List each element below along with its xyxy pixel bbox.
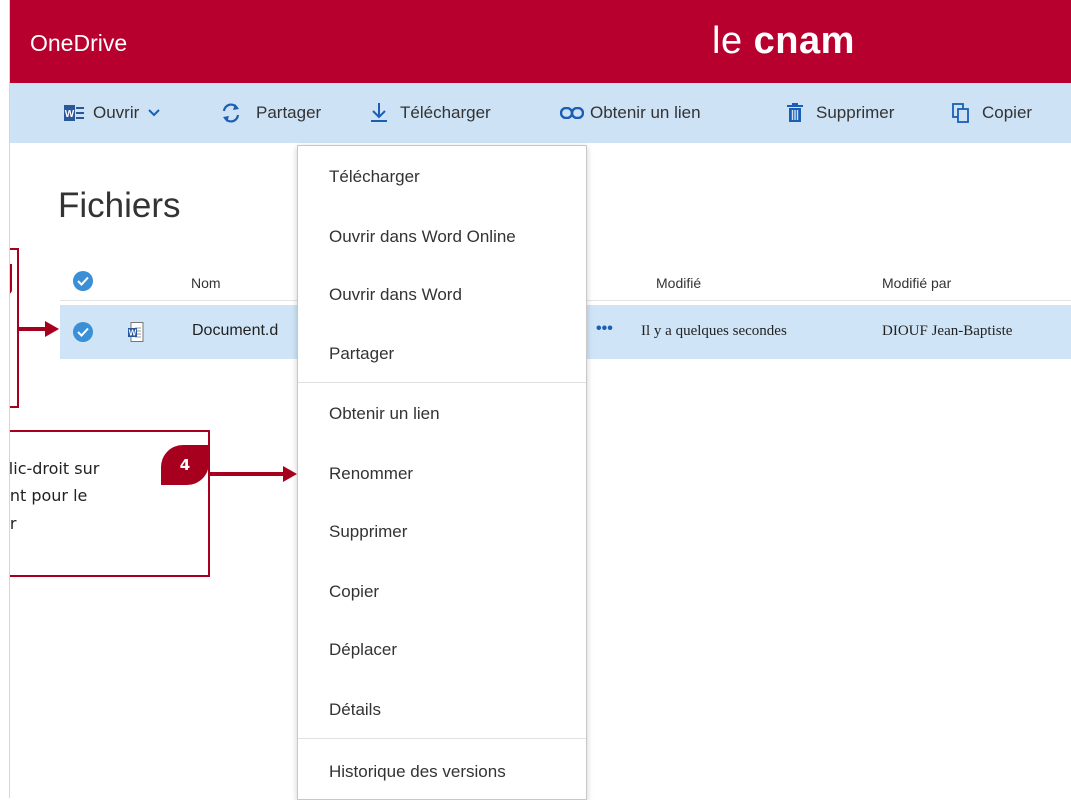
menu-item-version-history[interactable]: Historique des versions <box>298 752 586 792</box>
menu-item-move[interactable]: Déplacer <box>298 630 586 670</box>
onedrive-window: OneDrive le cnam W Ouvrir Partager Téléc… <box>0 0 1071 800</box>
svg-text:W: W <box>65 109 75 120</box>
share-button[interactable]: Partager <box>220 83 321 143</box>
get-link-button[interactable]: Obtenir un lien <box>560 83 701 143</box>
menu-item-download[interactable]: Télécharger <box>298 157 586 197</box>
link-icon <box>560 107 584 119</box>
checkmark-icon <box>77 327 89 337</box>
menu-divider <box>298 382 586 383</box>
command-bar: W Ouvrir Partager Télécharger Obtenir un… <box>10 83 1071 143</box>
arrow-head-icon <box>45 321 59 337</box>
copy-button[interactable]: Copier <box>952 83 1032 143</box>
annotation-text-line-2: ent pour le <box>0 486 88 505</box>
app-name[interactable]: OneDrive <box>30 30 127 57</box>
share-icon <box>220 102 242 124</box>
share-label: Partager <box>256 103 322 122</box>
arrow-head-icon <box>283 466 297 482</box>
menu-item-open-word[interactable]: Ouvrir dans Word <box>298 275 586 315</box>
download-button[interactable]: Télécharger <box>370 83 491 143</box>
menu-item-share[interactable]: Partager <box>298 334 586 374</box>
word-document-icon: W <box>128 322 144 342</box>
modified-by: DIOUF Jean-Baptiste <box>882 323 1013 339</box>
get-link-label: Obtenir un lien <box>590 103 701 122</box>
menu-item-open-word-online[interactable]: Ouvrir dans Word Online <box>298 217 586 257</box>
svg-text:W: W <box>129 329 137 338</box>
window-left-border <box>9 0 10 798</box>
context-menu: Télécharger Ouvrir dans Word Online Ouvr… <box>297 145 587 800</box>
download-label: Télécharger <box>400 103 491 122</box>
menu-divider <box>298 738 586 739</box>
step-badge-4: 4 <box>161 445 209 485</box>
word-icon: W <box>64 105 84 121</box>
brand-logo: le cnam <box>712 20 855 63</box>
menu-item-details[interactable]: Détails <box>298 690 586 730</box>
row-checkbox[interactable] <box>73 322 93 342</box>
annotation-arrow <box>209 472 285 476</box>
delete-label: Supprimer <box>816 103 895 122</box>
column-header-modified-by[interactable]: Modifié par <box>882 275 951 291</box>
trash-icon <box>786 103 804 123</box>
menu-item-rename[interactable]: Renommer <box>298 454 586 494</box>
copy-icon <box>952 103 970 123</box>
delete-button[interactable]: Supprimer <box>786 83 894 143</box>
file-name[interactable]: Document.d <box>192 322 278 340</box>
brand-prefix: le <box>712 20 743 62</box>
menu-item-get-link[interactable]: Obtenir un lien <box>298 394 586 434</box>
copy-label: Copier <box>982 103 1033 122</box>
annotation-text-line-1: clic-droit sur <box>0 459 100 478</box>
more-actions-button[interactable]: ••• <box>596 320 613 338</box>
open-label: Ouvrir <box>93 103 140 122</box>
open-button[interactable]: W Ouvrir <box>64 83 160 143</box>
app-header: OneDrive le cnam <box>10 0 1071 83</box>
column-header-name[interactable]: Nom <box>191 275 221 291</box>
checkmark-icon <box>77 276 89 286</box>
menu-item-delete[interactable]: Supprimer <box>298 512 586 552</box>
menu-item-copy[interactable]: Copier <box>298 572 586 612</box>
select-all-checkbox[interactable] <box>73 271 93 291</box>
window-left-margin <box>0 0 9 798</box>
modified-date: Il y a quelques secondes <box>641 323 787 339</box>
brand-name: cnam <box>753 20 855 62</box>
annotation-arrow <box>19 327 47 331</box>
column-header-modified[interactable]: Modifié <box>656 275 701 291</box>
download-icon <box>370 103 388 123</box>
page-title: Fichiers <box>58 186 181 225</box>
chevron-down-icon <box>148 109 160 117</box>
